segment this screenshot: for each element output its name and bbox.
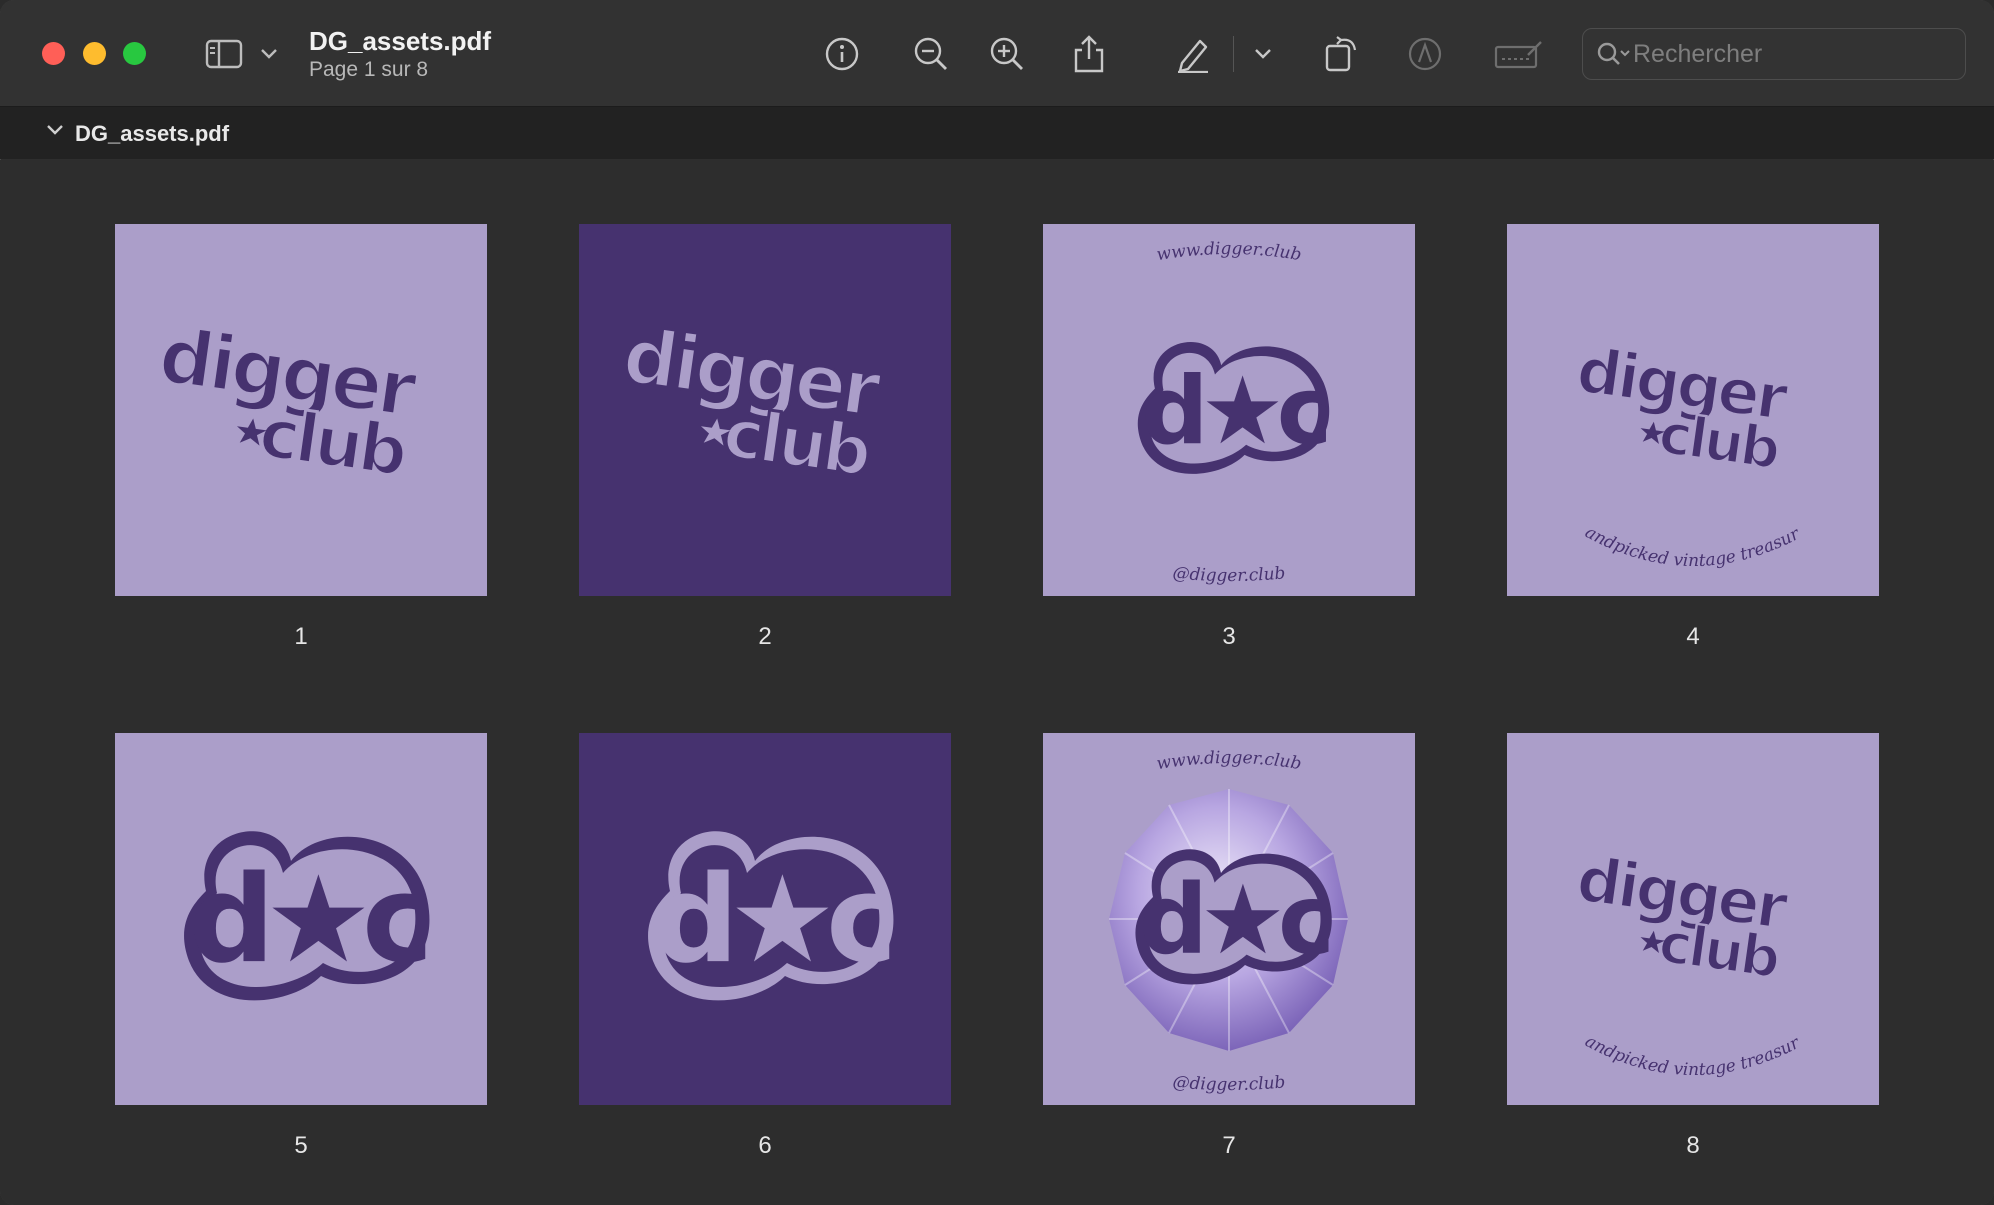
markup-options-chevron-down-icon[interactable] <box>1252 30 1274 78</box>
highlight-icon <box>1405 30 1445 78</box>
sidebar-options-chevron-down-icon[interactable] <box>258 30 280 78</box>
dc-monogram-logo: d★c <box>1135 849 1337 985</box>
monogram-text: d★c <box>1141 357 1326 466</box>
page-number-label: 2 <box>758 623 772 650</box>
monogram-text: d★c <box>189 851 426 990</box>
page-thumbnail-5[interactable]: d★c <box>115 733 487 1105</box>
page-number-label: 4 <box>1686 623 1700 650</box>
page-thumbnail-2[interactable]: digger club <box>579 224 951 596</box>
toolbar: DG_assets.pdf Page 1 sur 8 <box>0 0 1994 107</box>
close-window-button[interactable] <box>42 42 65 65</box>
page-thumbnail-7[interactable]: d★c www.digger.club @digger.club <box>1043 733 1415 1105</box>
page-thumbnail-1[interactable]: digger club <box>115 224 487 596</box>
share-icon[interactable] <box>1070 30 1108 78</box>
page-number-label: 8 <box>1686 1132 1700 1159</box>
sidebar-icon[interactable] <box>202 30 246 78</box>
markup-pen-icon[interactable] <box>1172 30 1214 78</box>
rotate-icon[interactable] <box>1322 30 1362 78</box>
signature-icon <box>1494 30 1544 78</box>
dc-monogram-logo: d★c <box>648 831 900 1001</box>
document-title: DG_assets.pdf <box>309 26 492 56</box>
minimize-window-button[interactable] <box>83 42 106 65</box>
zoom-in-icon[interactable] <box>986 30 1028 78</box>
toolbar-separator <box>1233 36 1234 72</box>
page-number-label: 1 <box>294 623 308 650</box>
page-number-label: 5 <box>294 1132 308 1159</box>
search-icon <box>1597 42 1631 71</box>
maximize-window-button[interactable] <box>123 42 146 65</box>
outline-document-label: DG_assets.pdf <box>75 121 230 146</box>
search-field[interactable] <box>1582 28 1966 80</box>
preview-window: DG_assets.pdf Page 1 sur 8 Rechercher DG… <box>0 0 1994 1205</box>
page-thumbnail-8[interactable]: diggerclubHandpicked vintage treasures <box>1507 733 1879 1105</box>
outline-header[interactable]: DG_assets.pdf <box>0 107 1994 159</box>
page-thumbnail-3[interactable]: d★c www.digger.club @digger.club <box>1043 224 1415 596</box>
page-thumbnail-grid: digger club 1 digger club 2 d★c www.digger.club… <box>0 160 1994 1205</box>
zoom-out-icon[interactable] <box>910 30 952 78</box>
page-thumbnail-4[interactable]: diggerclubHandpicked vintage treasures <box>1507 224 1879 596</box>
page-thumbnail-6[interactable]: d★c <box>579 733 951 1105</box>
page-number-label: 3 <box>1222 623 1236 650</box>
info-icon[interactable] <box>822 30 862 78</box>
dc-monogram-logo: d★c <box>184 831 436 1001</box>
monogram-text: d★c <box>653 851 890 990</box>
dc-monogram-logo: d★c <box>1137 341 1335 474</box>
page-number-label: 7 <box>1222 1132 1236 1159</box>
search-input[interactable] <box>1633 29 1953 79</box>
chevron-down-icon[interactable] <box>46 123 64 142</box>
page-indicator: Page 1 sur 8 <box>309 58 429 81</box>
page-number-label: 6 <box>758 1132 772 1159</box>
monogram-text: d★c <box>1139 864 1329 976</box>
